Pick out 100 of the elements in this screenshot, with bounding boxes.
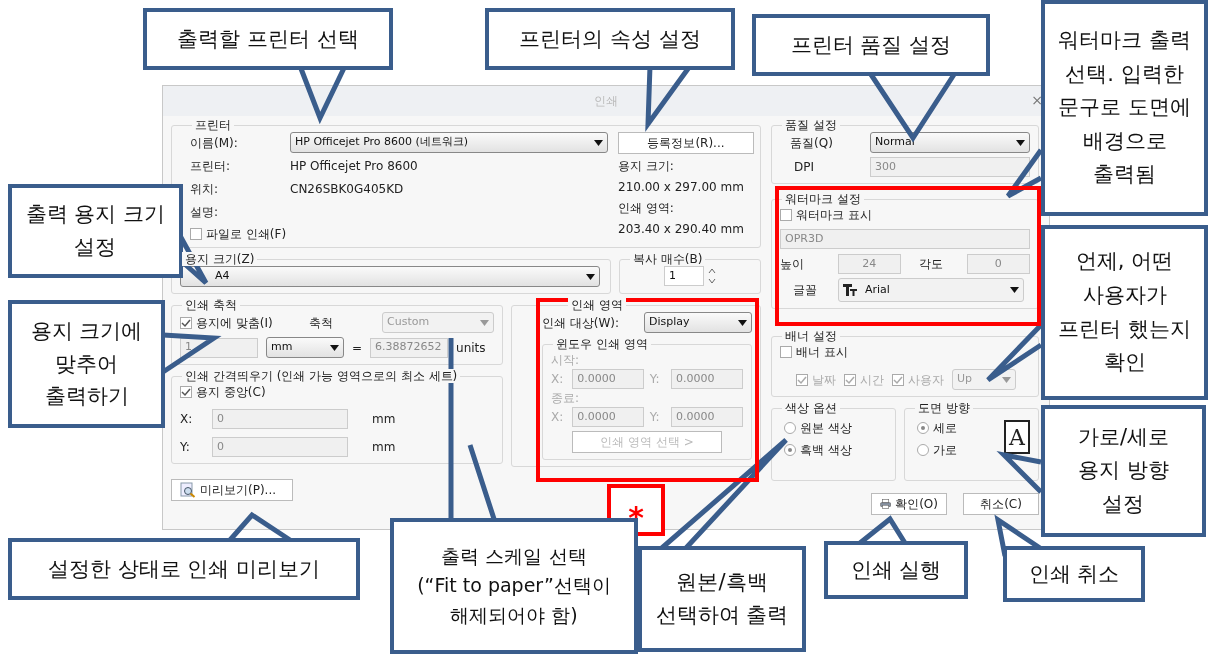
checkbox-label: 파일로 인쇄(F) [206,226,287,243]
callout-note: 언제, 어떤 사용자가 프린터 했는지 확인 [1041,225,1208,400]
leader-line [985,323,1043,383]
checkbox-label: 날짜 [812,371,836,389]
field-label: 축척 [309,314,335,332]
close-button[interactable]: × [1031,90,1043,111]
callout-note: 용지 크기에 맞추어 출력하기 [8,300,165,428]
radio-label: 세로 [933,420,957,437]
checkbox[interactable] [190,228,202,240]
field-label: 각도 [918,256,944,273]
dropdown[interactable]: mm [266,337,344,358]
checkbox-label: 시간 [860,371,884,389]
input-field[interactable]: 24 [837,254,901,274]
input-field[interactable]: 0 [966,254,1030,274]
field-value: HP Officejet Pro 8600 [290,158,418,175]
field-label: 용지 크기: [618,158,675,175]
dropdown[interactable]: A4 [180,266,600,287]
printer-icon [880,496,892,512]
dropdown-arrow-icon [480,319,489,326]
spinner-arrows-icon[interactable] [708,266,716,286]
radio-label: 흑백 색상 [800,442,852,459]
equals-sign: = [352,339,363,357]
radio-button[interactable] [784,444,796,456]
radio-label: 가로 [933,442,957,459]
field-label: units [456,339,486,357]
field-label: 높이 [780,256,805,273]
ok-button[interactable]: 확인(O) [871,493,947,515]
radio-button[interactable] [917,422,929,434]
field-label: 위치: [190,181,220,198]
input-field[interactable]: OPR3D [780,229,1030,249]
callout-note: 워터마크 출력 선택. 입력한 문구로 도면에 배경으로 출력됨 [1041,0,1208,216]
field-label: X: [180,411,194,428]
radio-button[interactable] [784,422,796,434]
field-label: Y: [649,409,661,426]
checkbox-label: 용지에 맞춤(I) [196,314,273,332]
input-field[interactable]: 300 [870,157,1030,177]
dropdown-arrow-icon [1002,376,1011,383]
callout-note: 가로/세로 용지 방향 설정 [1041,405,1206,537]
group-label: 인쇄 영역 [568,298,626,312]
input-field[interactable]: 0 [212,409,348,429]
dropdown-arrow-icon [586,273,595,280]
checkbox-label: 배너 표시 [796,344,848,361]
field-label: 품질(Q) [789,134,834,152]
callout-note: 프린터의 속성 설정 [485,8,735,70]
checkbox[interactable] [180,316,192,329]
field-label: 설명: [190,204,220,221]
field-label: 글꼴 [792,282,818,299]
field-label: Y: [180,439,191,456]
radio-label: 원본 색상 [800,420,852,437]
field-label: 프린터: [190,158,232,175]
font-type-icon [843,284,857,296]
callout-note: 원본/흑백 선택하여 출력 [638,546,806,652]
font-dropdown[interactable]: Arial [838,278,1024,302]
input-field[interactable]: 0 [212,437,348,457]
callout-note: 출력할 프린터 선택 [143,8,393,70]
dropdown-arrow-icon [330,344,339,351]
checkbox[interactable] [780,209,792,221]
checkbox-label: 워터마크 표시 [796,207,872,224]
radio-button[interactable] [917,444,929,456]
magnifier-icon [180,482,196,498]
checkbox-label: 용지 중앙(C) [196,384,266,401]
leader-line [1005,148,1044,199]
properties-button[interactable]: 등록정보(R)... [618,132,754,154]
number-field[interactable]: 1 [664,266,704,286]
field-label: X: [551,409,565,426]
group-label: 도면 방향 [915,401,973,415]
field-label: DPI [793,159,815,176]
leader-line [996,451,1043,494]
dropdown-arrow-icon [1016,139,1025,146]
dropdown[interactable]: Up [952,369,1016,390]
dropdown-arrow-icon [594,139,603,146]
dropdown[interactable]: Custom [382,312,494,333]
preview-button[interactable]: 미리보기(P)... [171,479,293,501]
checkbox-label: 사용자 [908,371,944,389]
callout-note: 출력 용지 크기 설정 [8,184,183,278]
leader-line [994,514,1042,557]
callout-note: 출력 스케일 선택 (“Fit to paper”선택이 해제되어야 함) [390,518,638,654]
field-label: Y: [649,371,661,388]
orientation-preview: A [1004,420,1030,454]
unit-label: mm [372,411,396,428]
dropdown[interactable]: HP Officejet Pro 8600 (네트워크) [290,132,608,153]
callout-note: 프린터 품질 설정 [752,14,990,76]
dropdown-arrow-icon [738,319,747,326]
field-label: 인쇄 대상(W): [542,314,620,332]
dropdown-arrow-icon [1010,287,1019,293]
field-label: X: [551,371,565,388]
callout-note: 인쇄 실행 [824,541,968,599]
checkbox[interactable] [180,386,192,398]
callout-note: 설정한 상태로 인쇄 미리보기 [8,538,360,600]
unit-label: mm [372,439,396,456]
callout-note: 인쇄 취소 [1003,546,1145,602]
field-value: 210.00 x 297.00 mm [618,179,745,196]
field-label: 종료: [551,390,581,407]
field-value: 203.40 x 290.40 mm [618,221,745,238]
field-value: CN26SBK0G405KD [290,181,404,198]
field-label: 시작: [551,352,581,369]
checkbox[interactable] [780,346,792,358]
dropdown[interactable]: Normal [870,132,1030,153]
cancel-button[interactable]: 취소(C) [963,493,1039,515]
input-field[interactable]: 6.38872652 [370,337,449,358]
